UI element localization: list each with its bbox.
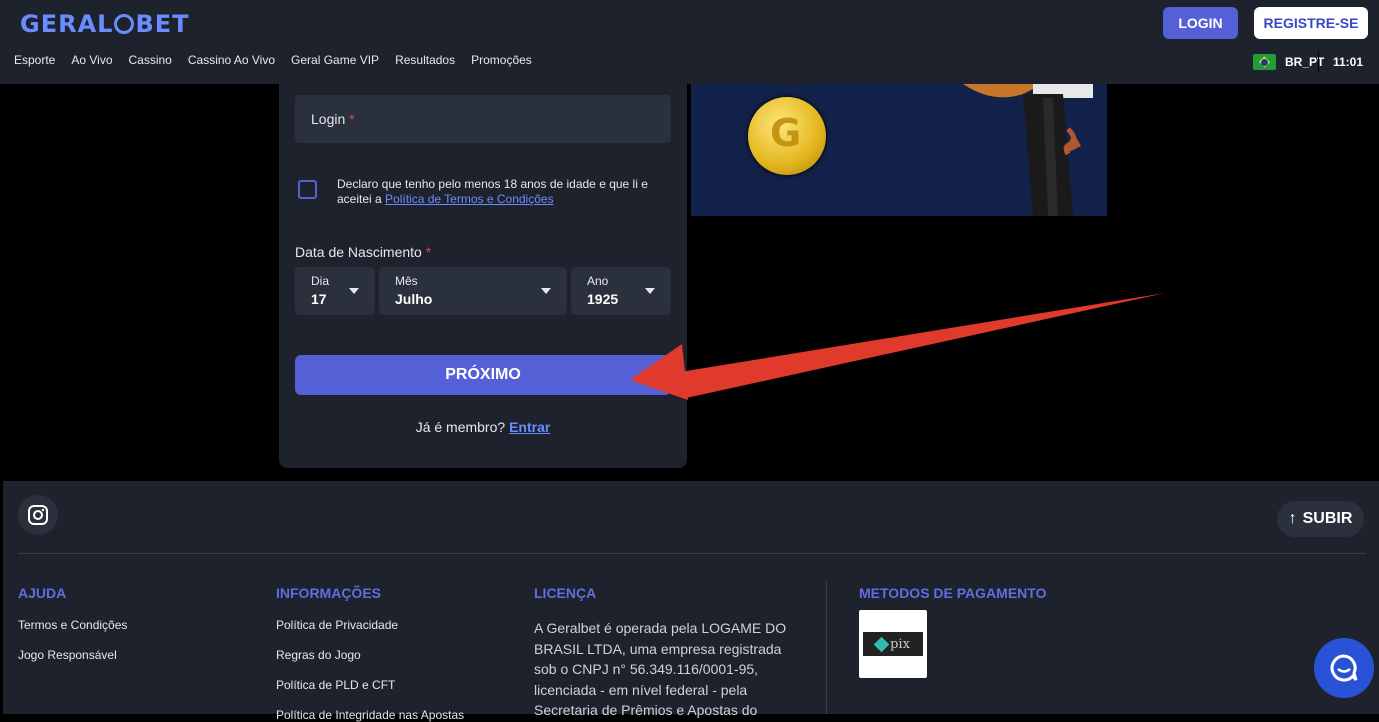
footer-link-rules[interactable]: Regras do Jogo [276, 648, 361, 662]
day-label: Dia [311, 274, 330, 288]
nav-item-geral-game-vip[interactable]: Geral Game VIP [291, 53, 379, 67]
nav-item-ao-vivo[interactable]: Ao Vivo [71, 53, 112, 67]
character-illustration [963, 84, 1093, 216]
age-terms-checkbox[interactable] [298, 180, 317, 199]
license-heading: LICENÇA [534, 585, 597, 601]
divider [1318, 52, 1319, 72]
help-heading: AJUDA [18, 585, 67, 601]
info-heading: INFORMAÇÕES [276, 585, 381, 601]
day-select[interactable]: Dia 17 [295, 267, 375, 315]
month-label: Mês [395, 274, 418, 288]
register-button[interactable]: REGISTRE-SE [1254, 7, 1368, 39]
nav-item-cassino[interactable]: Cassino [129, 53, 172, 67]
footer-vertical-divider [826, 581, 827, 714]
chat-button[interactable] [1314, 638, 1374, 698]
clock: 11:01 [1333, 55, 1364, 69]
main-nav: Esporte Ao Vivo Cassino Cassino Ao Vivo … [14, 53, 548, 67]
nav-item-promocoes[interactable]: Promoções [471, 53, 532, 67]
footer-link-integrity[interactable]: Política de Integridade nas Apostas [276, 708, 464, 722]
scroll-top-button[interactable]: ↑ SUBIR [1277, 501, 1364, 537]
age-terms-label: Declaro que tenho pelo menos 18 anos de … [337, 177, 648, 206]
terms-link[interactable]: Política de Termos e Condições [385, 192, 554, 206]
chevron-down-icon [645, 288, 655, 294]
footer-link-terms[interactable]: Termos e Condições [18, 618, 127, 632]
promo-banner [691, 84, 1107, 216]
instagram-icon[interactable] [18, 495, 58, 535]
footer-divider [18, 553, 1366, 554]
footer-link-pld[interactable]: Política de PLD e CFT [276, 678, 395, 692]
dob-label: Data de Nascimento * [295, 244, 432, 260]
chevron-down-icon [349, 288, 359, 294]
payment-heading: METODOS DE PAGAMENTO [859, 585, 1047, 601]
month-select[interactable]: Mês Julho [379, 267, 567, 315]
arrow-up-icon: ↑ [1288, 510, 1297, 527]
required-mark: * [349, 111, 355, 127]
pix-icon [873, 636, 890, 652]
pix-logo: pix [859, 610, 927, 678]
nav-item-esporte[interactable]: Esporte [14, 53, 55, 67]
chevron-down-icon [541, 288, 551, 294]
chat-bubble-icon [1330, 654, 1358, 682]
nav-item-cassino-ao-vivo[interactable]: Cassino Ao Vivo [188, 53, 275, 67]
year-label: Ano [587, 274, 609, 288]
brazil-flag-icon[interactable] [1253, 54, 1276, 70]
coin-icon [748, 97, 826, 175]
enter-link[interactable]: Entrar [509, 419, 550, 435]
login-input[interactable]: Login * [295, 95, 671, 143]
login-button[interactable]: LOGIN [1163, 7, 1238, 39]
month-value: Julho [395, 291, 433, 307]
nav-item-resultados[interactable]: Resultados [395, 53, 455, 67]
header: GERAL BET Esporte Ao Vivo Cassino Cassino… [0, 0, 1379, 84]
license-text: A Geralbet é operada pela LOGAME DO BRAS… [534, 620, 787, 718]
logo-g-icon [114, 14, 135, 34]
footer: ↑ SUBIR AJUDA Termos e Condições Jogo Res… [3, 481, 1379, 722]
year-select[interactable]: Ano 1925 [571, 267, 671, 315]
footer-link-privacy[interactable]: Política de Privacidade [276, 618, 398, 632]
next-button[interactable]: PRÓXIMO [295, 355, 671, 395]
footer-link-responsible[interactable]: Jogo Responsável [18, 648, 117, 662]
logo[interactable]: GERAL BET [20, 10, 190, 38]
already-member: Já é membro? Entrar [415, 419, 551, 435]
